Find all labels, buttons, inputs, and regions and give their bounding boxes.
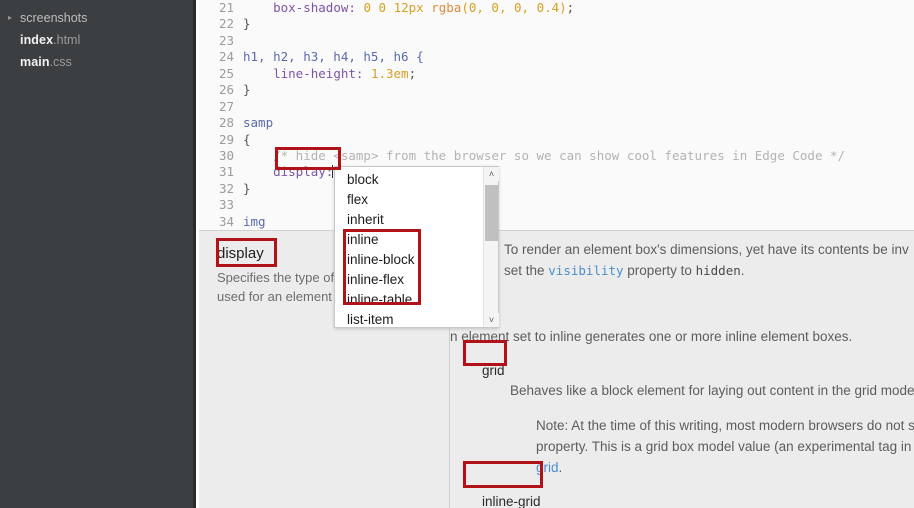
- doc-link-grid[interactable]: grid: [536, 460, 559, 475]
- code-line: 32 }: [199, 181, 914, 197]
- doc-panel-top-clip: [450, 231, 914, 235]
- file-basename: index: [20, 33, 54, 47]
- line-number: 31: [218, 164, 234, 180]
- scroll-down-arrow-icon[interactable]: ˅: [484, 313, 499, 327]
- doc-text: property to: [623, 263, 696, 278]
- code-content: }: [243, 16, 251, 32]
- doc-value-grid: grid: [482, 363, 505, 378]
- css-documentation-panel: display Specifies the type of used for a…: [199, 230, 914, 508]
- css-function: rgba: [431, 0, 462, 15]
- sidebar-item-index-html[interactable]: ▸ index.html: [0, 29, 193, 51]
- scrollbar-thumb[interactable]: [485, 185, 498, 241]
- line-number: 33: [218, 197, 234, 213]
- code-line: 30 /* hide <samp> from the browser so we…: [199, 148, 914, 164]
- line-number: 24: [218, 49, 234, 65]
- autocomplete-item-inline[interactable]: inline: [335, 230, 483, 250]
- css-property: box-shadow:: [273, 0, 356, 15]
- edge-code-window: ▸ screenshots ▸ index.html ▸ main.css 21…: [0, 0, 914, 508]
- line-number: 27: [218, 98, 234, 114]
- chevron-right-icon[interactable]: ▸: [8, 14, 20, 22]
- code-line: 27: [199, 99, 914, 115]
- code-line: 28 samp: [199, 115, 914, 131]
- semicolon: ;: [566, 0, 575, 15]
- code-line: 21 box-shadow: 0 0 12px rgba(0, 0, 0, 0.…: [199, 0, 914, 16]
- autocomplete-item-inline-flex[interactable]: inline-flex: [335, 270, 483, 290]
- code-line: 34 img: [199, 214, 914, 230]
- sidebar-item-main-css[interactable]: ▸ main.css: [0, 51, 193, 73]
- code-line: 26 }: [199, 82, 914, 98]
- autocomplete-list[interactable]: block flex inherit inline inline-block i…: [335, 167, 483, 327]
- code-line: 24 h1, h2, h3, h4, h5, h6 {: [199, 49, 914, 65]
- autocomplete-item-block[interactable]: block: [335, 170, 483, 190]
- doc-values-column: To render an element box's dimensions, y…: [450, 231, 914, 508]
- scroll-up-arrow-icon[interactable]: ˄: [484, 167, 499, 181]
- line-number: 34: [218, 213, 234, 229]
- line-number: 30: [218, 147, 234, 163]
- css-property: display:: [273, 164, 334, 180]
- code-line: 23: [199, 33, 914, 49]
- css-function-args: (0, 0, 0, 0.4): [461, 0, 567, 15]
- code-content: }: [243, 180, 251, 196]
- file-basename: main: [20, 55, 50, 69]
- code-content: samp: [243, 115, 274, 131]
- autocomplete-scrollbar[interactable]: ˄ ˅: [483, 167, 499, 327]
- css-property: line-height:: [273, 65, 364, 81]
- doc-text: .: [740, 263, 745, 278]
- code-content: /* hide <samp> from the browser so we ca…: [243, 148, 845, 164]
- autocomplete-item-list-item[interactable]: list-item: [335, 310, 483, 327]
- autocomplete-dropdown[interactable]: block flex inherit inline inline-block i…: [334, 166, 499, 328]
- doc-note-line-2: property. This is a grid box model value…: [536, 439, 914, 454]
- doc-text: .: [558, 460, 563, 475]
- code-content: display:;: [243, 164, 340, 180]
- doc-paragraph-visibility-line1: To render an element box's dimensions, y…: [504, 242, 909, 257]
- doc-note-line-1: Note: At the time of this writing, most …: [536, 418, 914, 433]
- doc-paragraph-inline: n element set to inline generates one or…: [450, 329, 853, 344]
- sidebar-item-label: screenshots: [20, 11, 88, 25]
- autocomplete-item-inherit[interactable]: inherit: [335, 210, 483, 230]
- line-number: 23: [218, 32, 234, 48]
- css-value: 12px: [393, 0, 424, 15]
- file-extension: .css: [49, 55, 72, 69]
- line-number: 28: [218, 115, 234, 131]
- tree-indent-spacer: ▸: [8, 36, 20, 44]
- code-content: }: [243, 82, 251, 98]
- line-number: 25: [218, 65, 234, 81]
- css-comment: /* hide <samp> from the browser so we ca…: [273, 147, 846, 163]
- semicolon: ;: [408, 65, 417, 81]
- autocomplete-item-inline-table[interactable]: inline-table: [335, 290, 483, 310]
- css-value: 1.3em: [370, 65, 409, 81]
- code-content: line-height: 1.3em;: [243, 66, 416, 82]
- code-editor[interactable]: 21 box-shadow: 0 0 12px rgba(0, 0, 0, 0.…: [199, 0, 914, 230]
- line-number: 29: [218, 131, 234, 147]
- code-content: box-shadow: 0 0 12px rgba(0, 0, 0, 0.4);: [243, 0, 574, 16]
- sidebar-item-screenshots[interactable]: ▸ screenshots: [0, 7, 193, 29]
- doc-inline-code-hidden: hidden: [695, 263, 741, 278]
- doc-value-inline-partial: e: [454, 309, 914, 324]
- code-content: h1, h2, h3, h4, h5, h6 {: [243, 49, 424, 65]
- code-content: {: [243, 131, 251, 147]
- code-line: 25 line-height: 1.3em;: [199, 66, 914, 82]
- doc-note-line-3: grid.: [536, 457, 914, 478]
- doc-text: set the: [504, 263, 549, 278]
- doc-inline-code-visibility[interactable]: visibility: [548, 263, 623, 278]
- doc-paragraph-visibility-line2: set the visibility property to hidden.: [504, 260, 914, 281]
- line-number: 21: [218, 0, 234, 15]
- file-extension: .html: [53, 33, 81, 47]
- line-number: 32: [218, 180, 234, 196]
- code-line: 31 display:;: [199, 164, 914, 180]
- autocomplete-item-flex[interactable]: flex: [335, 190, 483, 210]
- tree-indent-spacer: ▸: [8, 58, 20, 66]
- css-value: 0: [378, 0, 387, 15]
- code-line: 29 {: [199, 132, 914, 148]
- autocomplete-item-inline-block[interactable]: inline-block: [335, 250, 483, 270]
- doc-value-inline-grid: inline-grid: [482, 494, 541, 508]
- css-value: 0: [363, 0, 371, 15]
- code-line: 33: [199, 197, 914, 213]
- code-content: img: [243, 213, 266, 229]
- code-line: 22 }: [199, 16, 914, 32]
- line-number: 26: [218, 82, 234, 98]
- doc-paragraph-grid: Behaves like a block element for laying …: [510, 383, 914, 398]
- project-sidebar: ▸ screenshots ▸ index.html ▸ main.css: [0, 0, 196, 508]
- line-number: 22: [218, 16, 234, 32]
